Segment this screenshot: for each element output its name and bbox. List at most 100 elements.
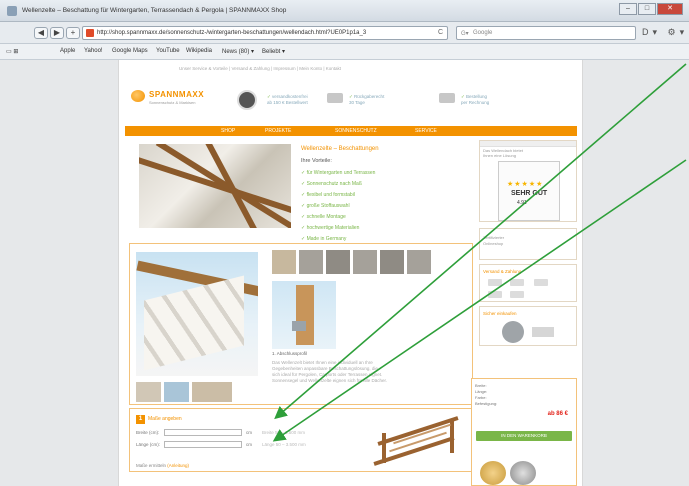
browser-toolbar: ◀ ▶ + http://shop.spannmaxx.de/sonnensch… — [0, 22, 689, 44]
reload-button[interactable]: C — [438, 29, 443, 36]
page-viewport: Unser Service & Vorteile | Versand & Zah… — [0, 60, 689, 486]
shipping-title: Versand & Zahlung — [483, 269, 522, 274]
depth-label: Länge (cm): — [136, 442, 161, 447]
payment-icon — [488, 279, 502, 286]
detail-image[interactable] — [272, 281, 336, 349]
cart-box: Breite: Länge: Farbe: Befestigung: ab 86… — [471, 378, 577, 486]
usp-invoice: ✓ Bestellung per Rechnung — [461, 94, 490, 105]
certificate-badge-icon — [510, 461, 536, 485]
product-thumbnail[interactable] — [272, 250, 296, 274]
payment-icon — [510, 291, 524, 298]
sidebar-security-box: Sicher einkaufen — [479, 306, 577, 346]
benefit-item: ✓ schnelle Montage — [301, 214, 346, 220]
bookmark-youtube[interactable]: YouTube — [156, 48, 180, 54]
hero-subtitle: Ihre Vorteile: — [301, 158, 332, 164]
quality-badge-icon — [480, 461, 506, 485]
thumbnail-row — [272, 250, 431, 274]
product-thumbnail[interactable] — [136, 382, 161, 402]
nav-sunshade[interactable]: SONNENSCHUTZ — [335, 128, 377, 134]
step-number: 1 — [136, 415, 145, 424]
nav-service[interactable]: SERVICE — [415, 128, 437, 134]
benefit-item: ✓ für Wintergarten und Terrassen — [301, 170, 376, 176]
thumbnail-row-bottom — [136, 382, 232, 402]
add-to-cart-button[interactable]: IN DEN WARENKORB — [476, 431, 572, 441]
maximize-button[interactable]: □ — [638, 3, 656, 15]
product-thumbnail[interactable] — [326, 250, 350, 274]
bookmark-popular[interactable]: Beliebt ▾ — [262, 48, 285, 55]
nav-projects[interactable]: PROJEKTE — [265, 128, 291, 134]
top-links[interactable]: Unser Service & Vorteile | Versand & Zah… — [179, 66, 341, 71]
bookmark-yahoo[interactable]: Yahoo! — [84, 48, 103, 54]
product-gallery: 1. Abschlussprofil Das Wellenzelt bietet… — [129, 243, 473, 405]
measure-help-link: (Anleitung) — [167, 463, 190, 468]
bookmark-google-maps[interactable]: Google Maps — [112, 48, 148, 54]
truck-icon — [327, 93, 343, 103]
bookmark-news[interactable]: News (80) ▾ — [222, 48, 254, 55]
hero-image — [139, 144, 291, 228]
payment-icon — [510, 279, 524, 286]
usp-shipping: ✓ versandkostenfrei ab 150 € Bestellwert — [267, 94, 308, 105]
search-placeholder: Google — [473, 30, 493, 36]
rating-score: 4.91 — [517, 200, 527, 206]
security-seal-icon — [502, 321, 524, 343]
width-hint: Breite 50 – 3.500 mm — [262, 430, 306, 435]
nav-shop[interactable]: SHOP — [221, 128, 235, 134]
width-label: Breite (cm): — [136, 430, 160, 435]
detail-caption: 1. Abschlussprofil — [272, 351, 308, 356]
depth-input[interactable] — [164, 441, 242, 448]
browser-icon — [7, 6, 17, 16]
bookmark-apple[interactable]: Apple — [60, 48, 75, 54]
trust-seal-icon[interactable] — [237, 90, 257, 110]
bookmark-wikipedia[interactable]: Wikipedia — [186, 48, 212, 54]
payment-icon — [534, 279, 548, 286]
rating-badge[interactable]: ★★★★★ SEHR GUT 4.91 — [498, 161, 560, 221]
depth-hint: Länge 50 – 3.500 mm — [262, 442, 306, 447]
logo-tagline: Sonnenschutz & Markisen — [149, 100, 196, 105]
benefit-list: ✓ für Wintergarten und Terrassen ✓ Sonne… — [301, 168, 375, 245]
add-bookmark-button[interactable]: + — [66, 27, 80, 39]
benefit-item: ✓ Sonnenschutz nach Maß — [301, 181, 362, 187]
toolbar-menu-icons[interactable]: D▾ ⚙▾ — [642, 27, 688, 38]
product-main-image[interactable] — [136, 252, 258, 376]
logo-name: SPANNMAXX — [149, 90, 205, 99]
benefit-item: ✓ flexibel und formstabil — [301, 192, 355, 198]
window-titlebar: Wellenzelte – Beschattung für Wintergart… — [0, 0, 689, 22]
step-title: Maße angeben — [148, 416, 182, 422]
security-badge-icon — [532, 327, 554, 337]
usp-return: ✓ Rückgaberecht 30 Tage — [349, 94, 385, 105]
product-thumbnail[interactable] — [192, 382, 232, 402]
minimize-button[interactable]: – — [619, 3, 637, 15]
hero-title: Wellenzelte – Beschattungen — [301, 146, 379, 152]
window-controls: – □ ✕ — [619, 3, 683, 15]
site-favicon-icon — [86, 29, 94, 37]
forward-button[interactable]: ▶ — [50, 27, 64, 39]
search-engine-icon[interactable]: G▾ — [461, 30, 469, 37]
sidebar-shipping-box: Versand & Zahlung — [479, 264, 577, 302]
frame-illustration — [368, 415, 464, 469]
back-button[interactable]: ◀ — [34, 27, 48, 39]
security-title: Sicher einkaufen — [483, 311, 517, 316]
product-thumbnail[interactable] — [380, 250, 404, 274]
main-nav: SHOP PROJEKTE SONNENSCHUTZ SERVICE — [125, 126, 577, 136]
url-bar[interactable]: http://shop.spannmaxx.de/sonnenschutz-/w… — [82, 26, 448, 40]
url-text[interactable]: http://shop.spannmaxx.de/sonnenschutz-/w… — [97, 30, 366, 36]
search-input[interactable]: G▾ Google — [456, 26, 636, 40]
width-input[interactable] — [164, 429, 242, 436]
bookmarks-bar: ▭ ⊞ Apple Yahoo! Google Maps YouTube Wik… — [0, 44, 689, 60]
dimension-config: 1 Maße angeben Breite (cm): cm Breite 50… — [129, 408, 473, 472]
bookmarks-icon[interactable]: ▭ ⊞ — [6, 48, 18, 55]
rating-label: SEHR GUT — [511, 190, 548, 197]
logo-sun-icon — [131, 90, 145, 102]
payment-icon — [488, 291, 502, 298]
measure-help[interactable]: Maße ermitteln (Anleitung) — [136, 463, 189, 468]
sidebar-rating-box: Das Wellendach bietet Ihnen eine Lösung … — [479, 140, 577, 222]
product-thumbnail[interactable] — [407, 250, 431, 274]
product-thumbnail[interactable] — [164, 382, 189, 402]
close-button[interactable]: ✕ — [657, 3, 683, 15]
benefit-item: ✓ hochwertige Materialien — [301, 225, 360, 231]
product-thumbnail[interactable] — [299, 250, 323, 274]
web-page: Unser Service & Vorteile | Versand & Zah… — [118, 60, 583, 486]
product-thumbnail[interactable] — [353, 250, 377, 274]
benefit-item: ✓ große Stoffauswahl — [301, 203, 350, 209]
invoice-icon — [439, 93, 455, 103]
